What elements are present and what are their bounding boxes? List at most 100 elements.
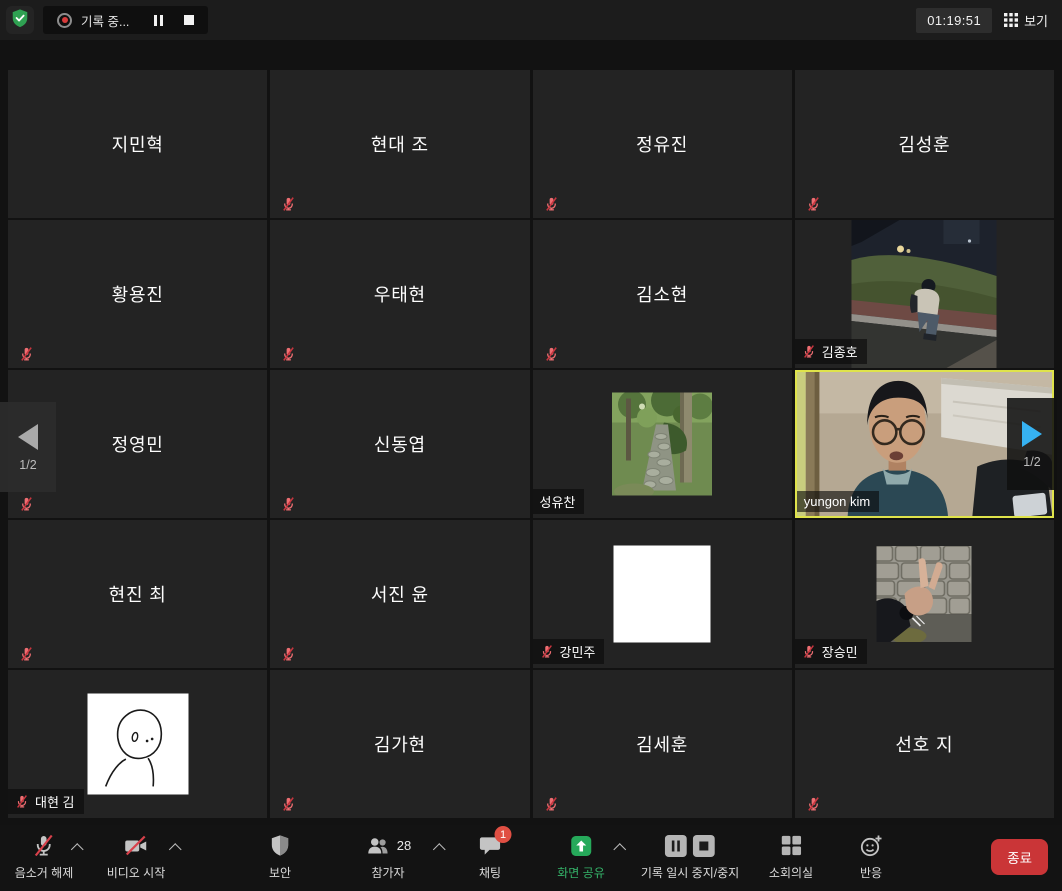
toolbar-item-label: 화면 공유 — [557, 864, 605, 881]
muted-mic-icon — [802, 644, 816, 659]
participant-tile[interactable]: 선호 지 — [795, 670, 1054, 818]
toolbar-participants-button[interactable]: 28 참가자 — [365, 832, 411, 881]
chevron-up-icon[interactable] — [613, 843, 626, 856]
toolbar-item-label: 소회의실 — [769, 864, 813, 881]
participant-name: 장승민 — [822, 642, 858, 661]
recording-stop-button[interactable] — [184, 15, 194, 25]
muted-mic-icon — [540, 644, 554, 659]
participant-name: 강민주 — [560, 642, 596, 661]
meeting-window: 기록 중... 01:19:51 보기 지민혁현대 조정유진김성훈황용진우태현김… — [0, 0, 1062, 891]
muted-mic-icon — [19, 346, 34, 362]
toolbar-reactions-button[interactable]: 반응 — [858, 832, 884, 881]
grid-view-icon — [1004, 13, 1018, 27]
participant-tile[interactable]: 신동엽 — [270, 370, 529, 518]
end-meeting-button[interactable]: 종료 — [991, 839, 1048, 875]
muted-mic-icon — [281, 196, 296, 212]
recording-indicator: 기록 중... — [43, 6, 208, 34]
view-button[interactable]: 보기 — [1004, 11, 1048, 30]
participant-tile[interactable]: 성유찬 — [533, 370, 792, 518]
participant-name: yungon kim — [804, 494, 870, 509]
participant-name: 김세훈 — [533, 670, 792, 818]
toolbar-security-button[interactable]: 보안 — [268, 832, 293, 881]
page-indicator: 1/2 — [19, 458, 36, 472]
participant-tile[interactable]: 우태현 — [270, 220, 529, 368]
participant-tile[interactable]: 현진 최 — [8, 520, 267, 668]
next-page-button[interactable]: 1/2 — [1007, 398, 1057, 490]
muted-mic-icon — [544, 796, 559, 812]
recording-pause-button[interactable] — [152, 13, 165, 28]
next-page-arrow-icon — [1020, 420, 1044, 448]
muted-mic-icon — [15, 794, 29, 809]
muted-mic-icon — [544, 346, 559, 362]
participant-tile[interactable]: 장승민 — [795, 520, 1054, 668]
participant-name: 황용진 — [8, 220, 267, 368]
share-screen-icon — [568, 832, 594, 859]
participant-name-label: yungon kim — [797, 491, 879, 512]
participant-name: 현진 최 — [8, 520, 267, 668]
muted-mic-icon — [19, 646, 34, 662]
participant-name: 선호 지 — [795, 670, 1054, 818]
participant-tile[interactable]: 지민혁 — [8, 70, 267, 218]
mic-off-icon — [31, 832, 57, 859]
toolbar-item-label: 기록 일시 중지/중지 — [641, 864, 739, 881]
shield-icon — [268, 832, 293, 859]
participant-tile[interactable]: 대현 김 — [8, 670, 267, 818]
top-bar: 기록 중... 01:19:51 보기 — [0, 0, 1062, 40]
reactions-icon — [858, 832, 884, 859]
muted-mic-icon — [19, 496, 34, 512]
participant-tile[interactable]: 김세훈 — [533, 670, 792, 818]
participant-tile[interactable]: 김성훈 — [795, 70, 1054, 218]
participant-name: 지민혁 — [8, 70, 267, 218]
chevron-up-icon[interactable] — [433, 843, 446, 856]
chevron-up-icon[interactable] — [169, 843, 182, 856]
participant-tile[interactable]: 강민주 — [533, 520, 792, 668]
chevron-up-icon[interactable] — [71, 843, 84, 856]
muted-mic-icon — [281, 346, 296, 362]
participant-name: 성유찬 — [540, 492, 576, 511]
bottom-toolbar: 종료 음소거 해제비디오 시작 보안 28 참가자 1 채팅 화면 공유 기록 일시 중지/중… — [0, 825, 1062, 891]
participant-avatar — [877, 546, 972, 642]
video-off-icon — [123, 832, 149, 859]
toolbar-item-label: 비디오 시작 — [107, 864, 166, 881]
record-dot-icon — [57, 13, 72, 28]
participant-name: 김가현 — [270, 670, 529, 818]
security-shield-button[interactable] — [6, 6, 34, 34]
page-indicator: 1/2 — [1023, 455, 1040, 469]
participant-name: 현대 조 — [270, 70, 529, 218]
toolbar-item-label: 보안 — [269, 864, 291, 881]
participant-tile[interactable]: 서진 윤 — [270, 520, 529, 668]
participant-name: 신동엽 — [270, 370, 529, 518]
meeting-timer: 01:19:51 — [916, 8, 992, 33]
toolbar-item-label: 참가자 — [371, 864, 404, 881]
muted-mic-icon — [806, 796, 821, 812]
muted-mic-icon — [281, 646, 296, 662]
muted-mic-icon — [802, 344, 816, 359]
chat-icon: 1 — [478, 832, 503, 859]
chat-unread-badge: 1 — [495, 826, 512, 843]
participant-tile[interactable]: 황용진 — [8, 220, 267, 368]
toolbar-breakout-rooms-button[interactable]: 소회의실 — [769, 832, 813, 881]
participant-name: 김성훈 — [795, 70, 1054, 218]
toolbar-unmute-button[interactable]: 음소거 해제 — [15, 832, 74, 881]
toolbar-record-control-button[interactable]: 기록 일시 중지/중지 — [641, 832, 739, 881]
participant-tile[interactable]: 김소현 — [533, 220, 792, 368]
participant-tile[interactable]: 현대 조 — [270, 70, 529, 218]
participant-avatar — [87, 694, 188, 795]
participant-name-label: 장승민 — [795, 639, 867, 664]
toolbar-share-screen-button[interactable]: 화면 공유 — [557, 832, 605, 881]
toolbar-item-label: 채팅 — [479, 864, 501, 881]
participant-name-label: 대현 김 — [8, 789, 84, 814]
participant-name: 정유진 — [533, 70, 792, 218]
participant-tile[interactable]: 정유진 — [533, 70, 792, 218]
muted-mic-icon — [806, 196, 821, 212]
participant-name: 서진 윤 — [270, 520, 529, 668]
participant-name: 김소현 — [533, 220, 792, 368]
participant-tile[interactable]: 김종호 — [795, 220, 1054, 368]
previous-page-button[interactable]: 1/2 — [0, 402, 56, 492]
participant-name: 김종호 — [822, 342, 858, 361]
participant-tile[interactable]: 김가현 — [270, 670, 529, 818]
toolbar-start-video-button[interactable]: 비디오 시작 — [107, 832, 166, 881]
toolbar-chat-button[interactable]: 1 채팅 — [478, 832, 503, 881]
participant-count: 28 — [397, 838, 411, 853]
recording-label: 기록 중... — [81, 11, 129, 30]
